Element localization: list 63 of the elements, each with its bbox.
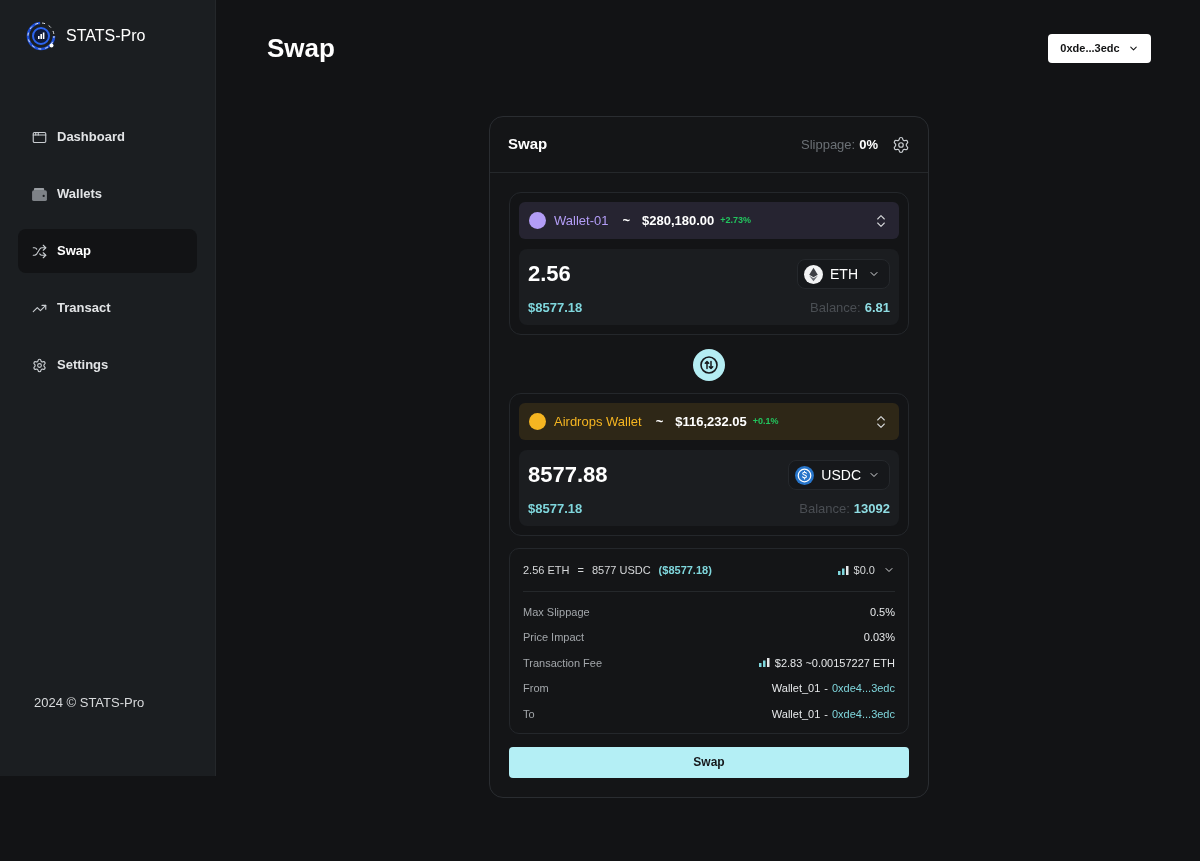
balance-value: 6.81 <box>864 299 890 317</box>
detail-value: 0.5% <box>869 604 895 620</box>
page-title: Swap <box>267 34 335 63</box>
detail-label: From <box>523 681 549 696</box>
nav-item[interactable]: Wallets <box>18 172 197 216</box>
slippage-value: 0% <box>859 135 878 154</box>
signal-bars-icon <box>837 565 849 575</box>
wallet-selector[interactable]: Wallet-01 ~ $280,180.00 +2.73% <box>519 202 899 239</box>
swap-button[interactable]: Swap <box>509 746 909 778</box>
app-window-icon <box>32 129 47 145</box>
brand-name: STATS-Pro <box>66 26 146 46</box>
nav-item[interactable]: Dashboard <box>18 115 197 159</box>
settings-icon[interactable] <box>892 135 910 154</box>
token-selector[interactable]: ETH <box>797 259 890 289</box>
wallet-label: Wallet_01 <box>771 706 821 722</box>
signal-bars-icon <box>758 658 770 668</box>
token-selector[interactable]: USDC <box>788 460 890 490</box>
nav-item[interactable]: Swap <box>18 229 197 273</box>
wallet-address: 0xde4...3edc <box>832 681 895 696</box>
detail-value: 0.03% <box>863 630 895 645</box>
card-title: Swap <box>508 134 548 155</box>
chevron-down-icon <box>1127 43 1139 54</box>
shuffle-icon <box>32 243 47 259</box>
detail-label: Transaction Fee <box>523 655 603 671</box>
usd-value: $8577.18 <box>528 500 583 518</box>
ether-coin-icon <box>804 264 823 284</box>
equals-sign: = <box>577 562 584 578</box>
nav-item[interactable]: Settings <box>18 343 197 387</box>
amount-value: 8577.88 <box>528 461 608 489</box>
wallet-change: +2.73% <box>720 213 752 227</box>
logo-icon <box>26 21 56 51</box>
nav-item[interactable]: Transact <box>18 286 197 330</box>
to-amount: 8577 USDC <box>591 562 651 578</box>
detail-label: Max Slippage <box>523 604 590 620</box>
usd-value: $8577.18 <box>528 299 583 317</box>
dollar-coin-icon <box>795 465 815 485</box>
slippage-label: Slippage: <box>801 135 856 154</box>
balance-value: 13092 <box>853 500 890 518</box>
wallet-change: +0.1% <box>752 414 779 428</box>
swap-arrows-icon <box>700 356 718 374</box>
amount-value: 2.56 <box>528 260 571 288</box>
detail-label: Price Impact <box>523 630 585 645</box>
wallet-name: Airdrops Wallet <box>554 412 642 431</box>
wallet-name: Wallet-01 <box>554 211 609 230</box>
approx-sign: ~ <box>622 211 631 230</box>
usd-total: ($8577.18) <box>658 562 712 578</box>
wallet-address: 0xde4...3edc <box>832 706 895 722</box>
wallet-address-button[interactable]: 0xde...3edc <box>1048 34 1151 63</box>
approx-sign: ~ <box>655 412 664 431</box>
gas-cost: $0.0 <box>853 562 875 578</box>
swap-direction-button[interactable] <box>693 349 725 381</box>
wallet-selector[interactable]: Airdrops Wallet ~ $116,232.05 +0.1% <box>519 403 899 440</box>
wallet-label: Wallet_01 <box>771 681 821 696</box>
settings-icon <box>32 357 47 373</box>
wallet-total: $116,232.05 <box>675 412 747 431</box>
detail-label: To <box>523 706 535 722</box>
separator-text: - <box>824 706 828 722</box>
wallet-total: $280,180.00 <box>642 211 715 230</box>
wallet-icon <box>32 187 47 201</box>
copyright-text: 2024 © STATS-Pro <box>34 693 145 712</box>
from-amount: 2.56 ETH <box>523 562 570 578</box>
separator-text: - <box>824 681 828 696</box>
detail-value: $2.83 ~0.00157227 ETH <box>774 655 895 671</box>
